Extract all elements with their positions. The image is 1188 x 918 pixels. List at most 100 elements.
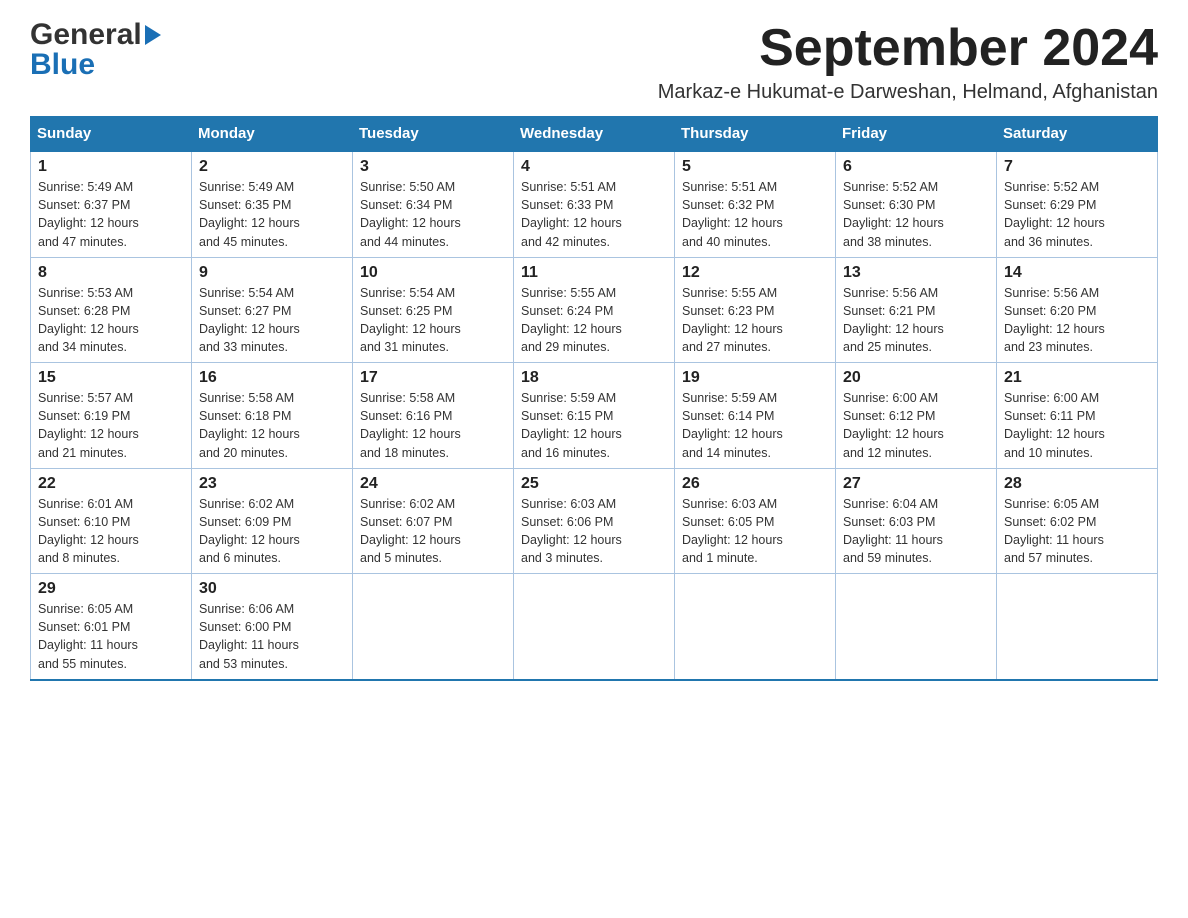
calendar-cell: 4Sunrise: 5:51 AM Sunset: 6:33 PM Daylig… <box>514 151 675 257</box>
day-number: 16 <box>199 369 345 387</box>
logo-general-text: General <box>30 20 142 50</box>
calendar-cell <box>353 574 514 680</box>
day-info: Sunrise: 5:51 AM Sunset: 6:33 PM Dayligh… <box>521 178 667 251</box>
calendar-cell: 6 Sunrise: 5:52 AM Sunset: 6:30 PM Daylig… <box>836 151 997 257</box>
day-info: Sunrise: 6:00 AM Sunset: 6:11 PM Dayligh… <box>1004 389 1150 462</box>
calendar-cell <box>836 574 997 680</box>
day-info: Sunrise: 6:01 AM Sunset: 6:10 PM Dayligh… <box>38 495 184 568</box>
calendar-cell: 14 Sunrise: 5:56 AM Sunset: 6:20 PM Dayli… <box>997 257 1158 363</box>
day-info: Sunrise: 6:04 AM Sunset: 6:03 PM Dayligh… <box>843 495 989 568</box>
day-info: Sunrise: 6:06 AM Sunset: 6:00 PM Dayligh… <box>199 600 345 673</box>
page-header: General Blue September 2024 Markaz-e Huk… <box>30 20 1158 104</box>
weekday-header-sunday: Sunday <box>31 117 192 152</box>
day-info: Sunrise: 5:52 AM Sunset: 6:29 PM Dayligh… <box>1004 178 1150 251</box>
day-info: Sunrise: 5:53 AM Sunset: 6:28 PM Dayligh… <box>38 284 184 357</box>
title-area: September 2024 Markaz-e Hukumat-e Darwes… <box>658 20 1158 104</box>
calendar-cell: 3 Sunrise: 5:50 AM Sunset: 6:34 PM Daylig… <box>353 151 514 257</box>
day-number: 30 <box>199 580 345 598</box>
day-number: 21 <box>1004 369 1150 387</box>
day-number: 27 <box>843 475 989 493</box>
weekday-header-friday: Friday <box>836 117 997 152</box>
calendar-cell: 22 Sunrise: 6:01 AM Sunset: 6:10 PM Dayli… <box>31 468 192 574</box>
day-number: 14 <box>1004 264 1150 282</box>
day-info: Sunrise: 6:03 AM Sunset: 6:05 PM Dayligh… <box>682 495 828 568</box>
calendar-cell: 26 Sunrise: 6:03 AM Sunset: 6:05 PM Dayli… <box>675 468 836 574</box>
day-number: 8 <box>38 264 184 282</box>
day-info: Sunrise: 5:50 AM Sunset: 6:34 PM Dayligh… <box>360 178 506 251</box>
weekday-header-wednesday: Wednesday <box>514 117 675 152</box>
day-number: 18 <box>521 369 667 387</box>
day-info: Sunrise: 6:00 AM Sunset: 6:12 PM Dayligh… <box>843 389 989 462</box>
calendar-cell: 23Sunrise: 6:02 AM Sunset: 6:09 PM Dayli… <box>192 468 353 574</box>
day-number: 19 <box>682 369 828 387</box>
calendar-subtitle: Markaz-e Hukumat-e Darweshan, Helmand, A… <box>658 81 1158 104</box>
logo-line2: Blue <box>30 50 161 80</box>
logo-line1: General <box>30 20 161 50</box>
day-info: Sunrise: 5:55 AM Sunset: 6:23 PM Dayligh… <box>682 284 828 357</box>
calendar-week-row: 22 Sunrise: 6:01 AM Sunset: 6:10 PM Dayli… <box>31 468 1158 574</box>
calendar-week-row: 15 Sunrise: 5:57 AM Sunset: 6:19 PM Dayli… <box>31 363 1158 469</box>
calendar-cell <box>514 574 675 680</box>
day-number: 20 <box>843 369 989 387</box>
weekday-header-thursday: Thursday <box>675 117 836 152</box>
day-number: 23 <box>199 475 345 493</box>
day-info: Sunrise: 5:56 AM Sunset: 6:20 PM Dayligh… <box>1004 284 1150 357</box>
calendar-cell: 11Sunrise: 5:55 AM Sunset: 6:24 PM Dayli… <box>514 257 675 363</box>
calendar-cell: 15 Sunrise: 5:57 AM Sunset: 6:19 PM Dayli… <box>31 363 192 469</box>
weekday-header-saturday: Saturday <box>997 117 1158 152</box>
calendar-cell: 13Sunrise: 5:56 AM Sunset: 6:21 PM Dayli… <box>836 257 997 363</box>
calendar-cell: 24 Sunrise: 6:02 AM Sunset: 6:07 PM Dayli… <box>353 468 514 574</box>
day-info: Sunrise: 6:03 AM Sunset: 6:06 PM Dayligh… <box>521 495 667 568</box>
calendar-cell: 7 Sunrise: 5:52 AM Sunset: 6:29 PM Daylig… <box>997 151 1158 257</box>
calendar-cell: 8 Sunrise: 5:53 AM Sunset: 6:28 PM Daylig… <box>31 257 192 363</box>
day-number: 1 <box>38 158 184 176</box>
day-number: 29 <box>38 580 184 598</box>
day-number: 10 <box>360 264 506 282</box>
day-info: Sunrise: 6:05 AM Sunset: 6:01 PM Dayligh… <box>38 600 184 673</box>
calendar-cell: 12Sunrise: 5:55 AM Sunset: 6:23 PM Dayli… <box>675 257 836 363</box>
day-info: Sunrise: 5:49 AM Sunset: 6:37 PM Dayligh… <box>38 178 184 251</box>
calendar-cell <box>675 574 836 680</box>
calendar-table: SundayMondayTuesdayWednesdayThursdayFrid… <box>30 116 1158 681</box>
calendar-cell: 29 Sunrise: 6:05 AM Sunset: 6:01 PM Dayli… <box>31 574 192 680</box>
calendar-cell: 9Sunrise: 5:54 AM Sunset: 6:27 PM Daylig… <box>192 257 353 363</box>
calendar-cell: 2Sunrise: 5:49 AM Sunset: 6:35 PM Daylig… <box>192 151 353 257</box>
day-number: 5 <box>682 158 828 176</box>
calendar-cell: 16 Sunrise: 5:58 AM Sunset: 6:18 PM Dayli… <box>192 363 353 469</box>
calendar-cell: 20 Sunrise: 6:00 AM Sunset: 6:12 PM Dayli… <box>836 363 997 469</box>
day-number: 7 <box>1004 158 1150 176</box>
day-info: Sunrise: 6:02 AM Sunset: 6:07 PM Dayligh… <box>360 495 506 568</box>
logo-arrow-icon <box>145 25 161 45</box>
day-info: Sunrise: 5:58 AM Sunset: 6:18 PM Dayligh… <box>199 389 345 462</box>
day-info: Sunrise: 6:05 AM Sunset: 6:02 PM Dayligh… <box>1004 495 1150 568</box>
day-info: Sunrise: 5:54 AM Sunset: 6:25 PM Dayligh… <box>360 284 506 357</box>
day-info: Sunrise: 5:58 AM Sunset: 6:16 PM Dayligh… <box>360 389 506 462</box>
calendar-title: September 2024 <box>658 20 1158 77</box>
weekday-header-tuesday: Tuesday <box>353 117 514 152</box>
day-number: 24 <box>360 475 506 493</box>
day-number: 22 <box>38 475 184 493</box>
day-info: Sunrise: 5:59 AM Sunset: 6:14 PM Dayligh… <box>682 389 828 462</box>
calendar-cell: 19 Sunrise: 5:59 AM Sunset: 6:14 PM Dayli… <box>675 363 836 469</box>
calendar-cell: 28Sunrise: 6:05 AM Sunset: 6:02 PM Dayli… <box>997 468 1158 574</box>
calendar-cell: 5Sunrise: 5:51 AM Sunset: 6:32 PM Daylig… <box>675 151 836 257</box>
calendar-week-row: 1 Sunrise: 5:49 AM Sunset: 6:37 PM Daylig… <box>31 151 1158 257</box>
calendar-body: 1 Sunrise: 5:49 AM Sunset: 6:37 PM Daylig… <box>31 151 1158 680</box>
calendar-cell: 25Sunrise: 6:03 AM Sunset: 6:06 PM Dayli… <box>514 468 675 574</box>
day-number: 2 <box>199 158 345 176</box>
day-number: 26 <box>682 475 828 493</box>
calendar-cell: 21 Sunrise: 6:00 AM Sunset: 6:11 PM Dayli… <box>997 363 1158 469</box>
day-number: 9 <box>199 264 345 282</box>
day-info: Sunrise: 5:56 AM Sunset: 6:21 PM Dayligh… <box>843 284 989 357</box>
day-number: 3 <box>360 158 506 176</box>
calendar-cell: 18Sunrise: 5:59 AM Sunset: 6:15 PM Dayli… <box>514 363 675 469</box>
calendar-cell <box>997 574 1158 680</box>
day-info: Sunrise: 5:52 AM Sunset: 6:30 PM Dayligh… <box>843 178 989 251</box>
day-number: 15 <box>38 369 184 387</box>
day-number: 6 <box>843 158 989 176</box>
weekday-header-monday: Monday <box>192 117 353 152</box>
day-info: Sunrise: 5:57 AM Sunset: 6:19 PM Dayligh… <box>38 389 184 462</box>
calendar-cell: 1 Sunrise: 5:49 AM Sunset: 6:37 PM Daylig… <box>31 151 192 257</box>
calendar-cell: 10 Sunrise: 5:54 AM Sunset: 6:25 PM Dayli… <box>353 257 514 363</box>
day-info: Sunrise: 5:55 AM Sunset: 6:24 PM Dayligh… <box>521 284 667 357</box>
